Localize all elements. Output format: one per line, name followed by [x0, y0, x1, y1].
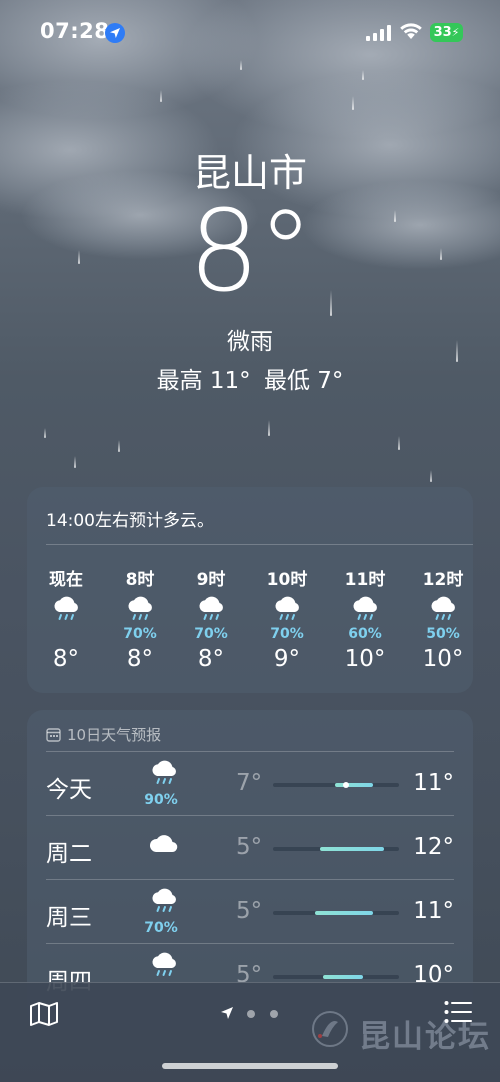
page-indicator[interactable] [220, 1005, 290, 1021]
day-name: 周二 [46, 841, 92, 867]
page-dot [270, 1010, 278, 1018]
hour-temperature: 8° [197, 646, 225, 672]
current-temperature: 8° [188, 187, 313, 317]
wifi-icon [400, 23, 422, 39]
hour-temperature: 10° [344, 646, 386, 672]
map-icon[interactable] [29, 1001, 59, 1027]
rain-cloud-icon [144, 950, 184, 984]
hour-item: 现在 8° [27, 565, 105, 672]
day-name: 周三 [46, 905, 92, 931]
rain-cloud-icon [172, 592, 250, 626]
low-temperature: 最低 7° [263, 368, 344, 394]
rain-cloud-icon [144, 758, 184, 792]
hour-label: 现在 [49, 570, 83, 590]
high-temperature: 11° [413, 898, 454, 924]
rain-cloud-icon [101, 592, 179, 626]
rain-cloud-icon [144, 886, 184, 920]
hour-label: 11时 [344, 570, 386, 590]
hour-temperature: 10° [422, 646, 464, 672]
hour-item: 12时 50% 10° [404, 565, 482, 672]
current-temperature-marker [343, 782, 349, 788]
battery-level: 33 [433, 25, 452, 40]
temperature-range-bar [273, 911, 399, 915]
high-temperature: 11° [413, 770, 454, 796]
city-list-icon[interactable] [444, 1000, 472, 1024]
rain-cloud-icon [326, 592, 404, 626]
high-low-temperature: 最高 11° 最低 7° [0, 361, 500, 395]
high-temperature: 最高 11° [156, 368, 251, 394]
hour-label: 10时 [266, 570, 308, 590]
precipitation-chance: 70% [144, 920, 178, 936]
weather-screen: 07:28 33⚡ 昆山市 8° 微雨 最高 11° 最低 7° 14:00左右… [0, 0, 500, 1082]
hour-label: 12时 [422, 570, 464, 590]
hour-temperature: 8° [52, 646, 80, 672]
hourly-summary: 14:00左右预计多云。 [46, 511, 214, 531]
temperature-range-fill [320, 847, 384, 851]
precipitation-chance: 50% [426, 626, 460, 642]
cloud-icon [144, 832, 184, 860]
home-indicator[interactable] [162, 1063, 338, 1069]
temperature-range-fill [315, 911, 373, 915]
hour-label: 8时 [125, 570, 155, 590]
location-arrow-icon [105, 23, 125, 43]
precipitation-chance: 90% [144, 792, 178, 808]
hour-item: 9时 70% 8° [172, 565, 250, 672]
cellular-signal-icon [366, 25, 391, 41]
hourly-forecast-card[interactable]: 14:00左右预计多云。 现在 8° 8时 70% 8° 9时 70% 8° 1… [27, 487, 473, 693]
charging-bolt-icon: ⚡ [451, 26, 460, 39]
rain-cloud-icon [248, 592, 326, 626]
rain-cloud-icon [404, 592, 482, 626]
watermark-logo [312, 1011, 348, 1047]
precipitation-chance: 70% [123, 626, 157, 642]
battery-icon: 33⚡ [430, 23, 463, 42]
temperature-range-bar [273, 975, 399, 979]
hour-item: 11时 60% 10° [326, 565, 404, 672]
hour-item: 8时 70% 8° [101, 565, 179, 672]
status-time: 07:28 [40, 19, 110, 43]
temperature-range-fill [335, 783, 373, 787]
day-row[interactable]: 今天 90% 7° 11° [46, 751, 454, 816]
current-location-page-icon [221, 1007, 233, 1019]
high-temperature: 12° [413, 834, 454, 860]
hour-temperature: 8° [126, 646, 154, 672]
temperature-range-bar [273, 847, 399, 851]
temperature-range-bar [273, 782, 399, 788]
hour-label: 9时 [196, 570, 226, 590]
calendar-icon [46, 728, 61, 742]
temperature-range-fill [323, 975, 363, 979]
weather-condition: 微雨 [227, 329, 273, 355]
daily-header-label: 10日天气预报 [67, 726, 162, 744]
precipitation-chance: 70% [270, 626, 304, 642]
day-row[interactable]: 周三 70% 5° 11° [46, 879, 454, 944]
low-temperature: 5° [236, 834, 263, 860]
hour-temperature: 9° [273, 646, 301, 672]
low-temperature: 7° [236, 770, 263, 796]
divider [46, 544, 473, 545]
rain-cloud-icon [27, 592, 105, 626]
forum-watermark: 昆山论坛 [310, 1009, 489, 1055]
precipitation-chance: 60% [348, 626, 382, 642]
precipitation-chance: 70% [194, 626, 228, 642]
day-name: 今天 [46, 777, 92, 803]
precipitation-chance [27, 626, 105, 644]
low-temperature: 5° [236, 898, 263, 924]
status-bar: 07:28 33⚡ [0, 0, 500, 64]
day-row[interactable]: 周二 5° 12° [46, 815, 454, 880]
hour-item: 10时 70% 9° [248, 565, 326, 672]
page-dot [247, 1010, 255, 1018]
daily-forecast-header: 10日天气预报 [46, 724, 161, 745]
